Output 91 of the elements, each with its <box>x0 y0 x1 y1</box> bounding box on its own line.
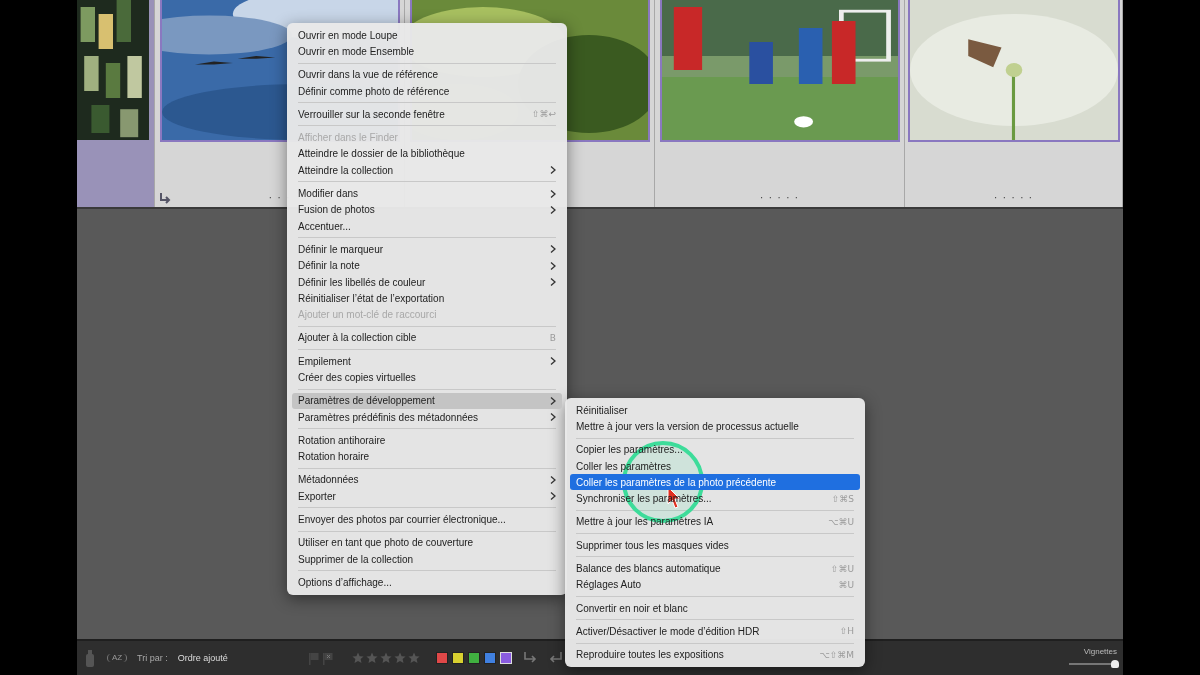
menu-item-label: Créer des copies virtuelles <box>298 372 417 383</box>
menu-item-label: Rotation antihoraire <box>298 434 387 446</box>
menu-item[interactable]: Balance des blancs automatique ⇧⌘U <box>570 560 860 577</box>
menu-item-label: Définir le marqueur <box>298 243 385 255</box>
menu-item[interactable]: Coller les paramètres de la photo précédente <box>570 474 860 491</box>
menu-item[interactable]: Exporter <box>292 488 562 505</box>
menu-item-label: Rotation horaire <box>298 451 371 463</box>
slider-thumb[interactable] <box>1110 660 1119 668</box>
menu-item-label: Options d’affichage... <box>298 576 393 588</box>
menu-item-label: Paramètres de développement <box>298 395 436 407</box>
menu-item-label: Mettre à jour les paramètres IA <box>576 516 715 528</box>
menu-item[interactable]: Convertir en noir et blanc <box>570 599 860 617</box>
menu-item[interactable]: Supprimer tous les masques vides <box>570 537 860 554</box>
menu-item-label: Ajouter à la collection cible <box>298 332 418 344</box>
menu-item-label: Supprimer de la collection <box>298 553 415 565</box>
menu-item[interactable]: Envoyer des photos par courrier électronique... <box>292 511 562 528</box>
sort-label: Tri par : <box>137 653 168 663</box>
menu-item-label: Paramètres prédéfinis des métadonnées <box>298 411 480 423</box>
menu-item[interactable]: Métadonnées <box>292 471 562 489</box>
menu-item[interactable]: Paramètres de développement <box>292 392 562 409</box>
rating-dots: · · · · · <box>993 191 1034 203</box>
menu-item[interactable]: Activer/Désactiver le mode d’édition HDR ⇧H <box>570 623 860 640</box>
menu-item-label: Atteindre la collection <box>298 164 395 176</box>
menu-item[interactable]: Réinitialiser <box>570 402 860 419</box>
menu-item-label: Empilement <box>298 355 352 367</box>
menu-item-label: Définir les libellés de couleur <box>298 276 427 288</box>
menu-item-label: Convertir en noir et blanc <box>576 602 689 614</box>
menu-item-label: Définir la note <box>298 260 361 272</box>
star-rating[interactable] <box>351 652 420 664</box>
menu-item[interactable]: Paramètres prédéfinis des métadonnées <box>292 408 562 426</box>
grid-cell[interactable] <box>77 0 155 207</box>
menu-item[interactable]: Empilement <box>292 353 562 370</box>
shortcut-label: ⇧⌘U <box>830 563 854 574</box>
menu-item[interactable]: Supprimer de la collection <box>292 551 562 568</box>
menu-item[interactable]: Créer des copies virtuelles <box>292 369 562 386</box>
menu-item-label: Modifier dans <box>298 188 360 199</box>
color-label[interactable] <box>451 652 464 664</box>
menu-item[interactable]: Réinitialiser l’état de l’exportation <box>292 290 562 307</box>
menu-item-label: Supprimer tous les masques vides <box>576 539 730 551</box>
menu-item[interactable]: Rotation horaire <box>292 448 562 465</box>
shortcut-label: ⇧⌘↩ <box>531 109 556 120</box>
menu-item[interactable]: Reproduire toutes les expositions ⌥⇧⌘M <box>570 646 860 663</box>
menu-item[interactable]: Ajouter à la collection cible B <box>292 329 562 347</box>
thumbnail-size-slider[interactable] <box>1069 659 1117 669</box>
star-icon <box>379 652 392 664</box>
rating-dots: · · · · · <box>759 191 800 203</box>
rating-dots: · · · <box>268 191 291 203</box>
menu-item[interactable]: Mettre à jour les paramètres IA ⌥⌘U <box>570 513 860 531</box>
menu-item[interactable]: Accentuer... <box>292 217 562 235</box>
menu-item-label: Mettre à jour vers la version de processus actuelle <box>576 420 800 432</box>
star-icon <box>393 652 406 664</box>
menu-item-label: Afficher dans le Finder <box>298 132 399 144</box>
shortcut-label: ⇧⌘S <box>831 493 854 504</box>
menu-item-label: Réinitialiser l’état de l’exportation <box>298 292 446 304</box>
color-label[interactable] <box>483 652 496 664</box>
shortcut-label: ⇧H <box>839 626 854 637</box>
menu-item-label: Exporter <box>298 490 337 502</box>
shortcut-label: ⌘U <box>838 579 854 590</box>
sort-dropdown[interactable]: Ordre ajouté <box>177 653 228 663</box>
menu-item-label: Réinitialiser <box>576 404 629 416</box>
menu-item-label: Ouvrir en mode Loupe <box>298 29 399 41</box>
menu-item[interactable]: Définir les libellés de couleur <box>292 273 562 291</box>
star-icon <box>407 652 420 664</box>
star-icon <box>365 652 378 664</box>
reject-flag-icon[interactable] <box>321 651 334 665</box>
menu-item-label: Métadonnées <box>298 474 360 486</box>
menu-item-label: Réglages Auto <box>576 579 643 591</box>
grid-cell[interactable]: · · · · · <box>655 0 905 207</box>
menu-item[interactable]: Mettre à jour vers la version de processus actuelle <box>570 418 860 435</box>
menu-item-label: Activer/Désactiver le mode d’édition HDR <box>576 625 761 637</box>
menu-item-label: Balance des blancs automatique <box>576 563 722 574</box>
menu-item[interactable]: Utiliser en tant que photo de couverture <box>292 534 562 551</box>
thumbnail-size-label: Vignettes <box>1083 647 1117 656</box>
color-label[interactable] <box>467 652 480 664</box>
menu-item[interactable]: Définir la note <box>292 257 562 274</box>
menu-item-label: Reproduire toutes les expositions <box>576 649 725 661</box>
menu-item-label: Envoyer des photos par courrier électronique... <box>298 514 507 526</box>
grid-cell[interactable]: · · · · · <box>905 0 1123 207</box>
menu-item[interactable]: Réglages Auto ⌘U <box>570 576 860 593</box>
star-icon <box>351 652 364 664</box>
menu-item[interactable]: Rotation antihoraire <box>292 432 562 449</box>
menu-item[interactable]: Options d’affichage... <box>292 574 562 591</box>
menu-item[interactable]: Définir le marqueur <box>292 241 562 258</box>
color-label[interactable] <box>435 652 448 664</box>
shortcut-label: ⌥⌘U <box>828 516 854 527</box>
menu-item-label: Coller les paramètres de la photo précédente <box>576 476 778 488</box>
shortcut-label: B <box>549 332 556 343</box>
menu-item-label: Fusion de photos <box>298 204 376 216</box>
shortcut-label: ⌥⇧⌘M <box>819 649 854 660</box>
menu-item-label: Utiliser en tant que photo de couverture <box>298 537 475 549</box>
menu-item-label: Accentuer... <box>298 220 352 232</box>
